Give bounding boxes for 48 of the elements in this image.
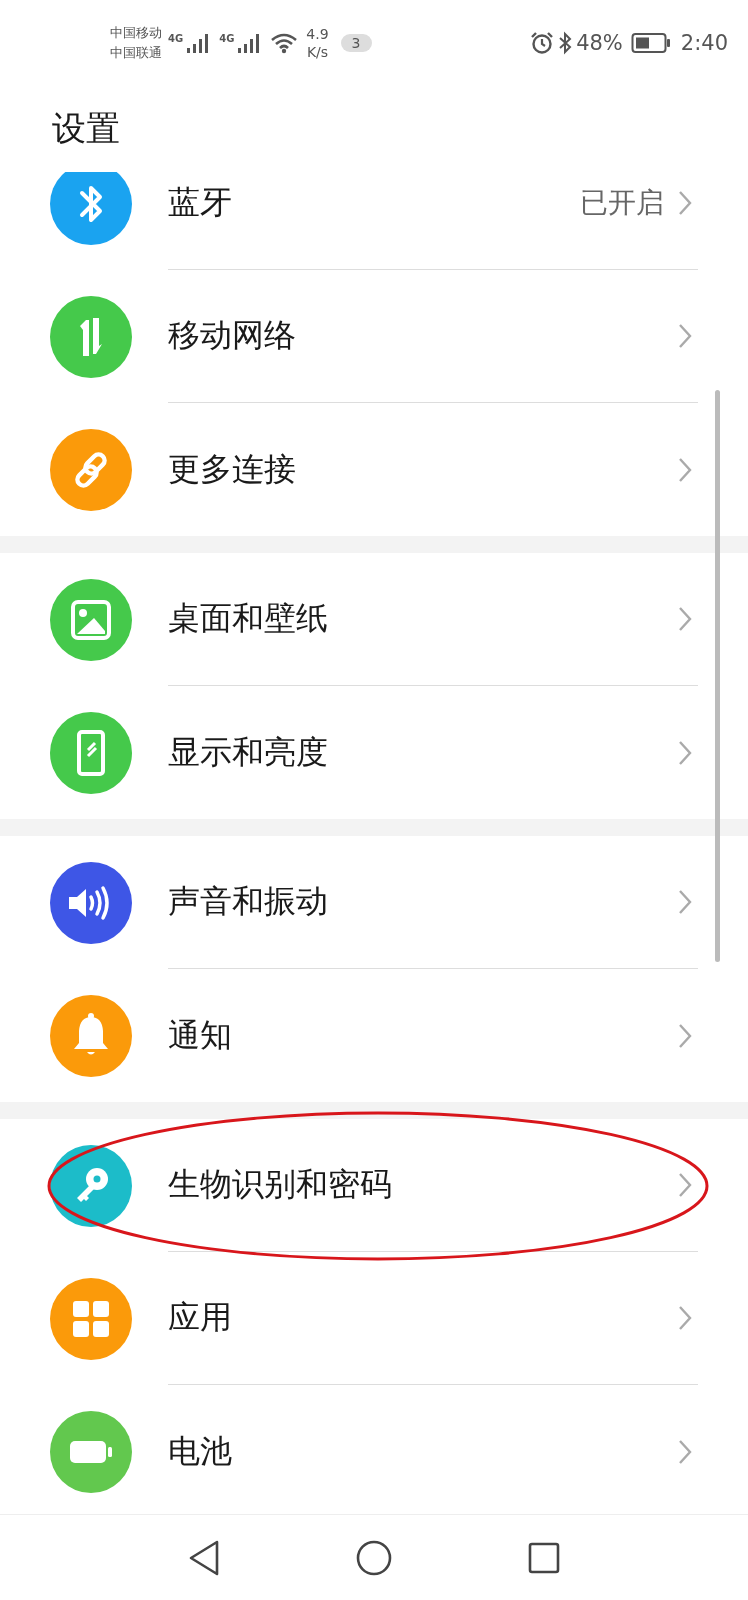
settings-item[interactable]: 电池 — [0, 1385, 748, 1514]
settings-item[interactable]: 更多连接 — [0, 403, 748, 536]
item-label: 生物识别和密码 — [168, 1164, 393, 1205]
settings-item[interactable]: 移动网络 — [0, 270, 748, 403]
network-type: 4G — [219, 32, 235, 44]
item-label: 移动网络 — [168, 315, 297, 356]
chevron-icon — [678, 1438, 692, 1465]
battery-icon — [630, 32, 671, 54]
settings-item[interactable]: 桌面和壁纸 — [0, 553, 748, 686]
item-label: 电池 — [168, 1430, 233, 1472]
settings-item[interactable]: 显示和亮度 — [0, 686, 748, 819]
network-type: 4G — [168, 32, 184, 44]
chevron-icon — [678, 190, 692, 216]
battery-percent: 48% — [576, 31, 623, 55]
carrier-name: 中国移动 — [110, 24, 162, 42]
item-label: 通知 — [168, 1014, 233, 1056]
chevron-icon — [678, 606, 692, 632]
item-label: 蓝牙 — [168, 182, 233, 223]
item-status: 已开启 — [580, 185, 664, 221]
network-speed: K/s — [306, 43, 329, 61]
home-icon[interactable] — [356, 1539, 392, 1576]
chevron-icon — [678, 1022, 692, 1049]
wifi-icon — [270, 32, 299, 54]
chevron-icon — [678, 1172, 692, 1198]
settings-item[interactable]: 通知 — [0, 969, 748, 1102]
clock-time: 2:40 — [680, 31, 728, 55]
page-title: 设置 — [52, 107, 120, 150]
bluetooth-icon — [558, 31, 573, 55]
item-label: 应用 — [168, 1297, 233, 1338]
recents-icon[interactable] — [528, 1541, 560, 1574]
settings-item[interactable]: 应用 — [0, 1252, 748, 1385]
network-speed: 4.9 — [306, 25, 329, 43]
settings-item[interactable]: 蓝牙 已开启 — [0, 172, 748, 270]
item-label: 更多连接 — [168, 448, 297, 490]
chevron-icon — [678, 1305, 692, 1331]
chevron-icon — [678, 739, 692, 766]
chevron-icon — [678, 889, 692, 915]
back-icon[interactable] — [188, 1539, 220, 1576]
chevron-icon — [678, 456, 692, 483]
settings-item[interactable]: 声音和振动 — [0, 836, 748, 969]
item-label: 显示和亮度 — [168, 731, 329, 773]
notification-count: 3 — [340, 34, 372, 52]
item-label: 桌面和壁纸 — [168, 598, 329, 639]
settings-item[interactable]: 生物识别和密码 — [0, 1119, 748, 1252]
carrier-name: 中国联通 — [110, 44, 162, 62]
alarm-icon — [530, 31, 555, 55]
item-label: 声音和振动 — [168, 881, 329, 922]
chevron-icon — [678, 323, 692, 349]
